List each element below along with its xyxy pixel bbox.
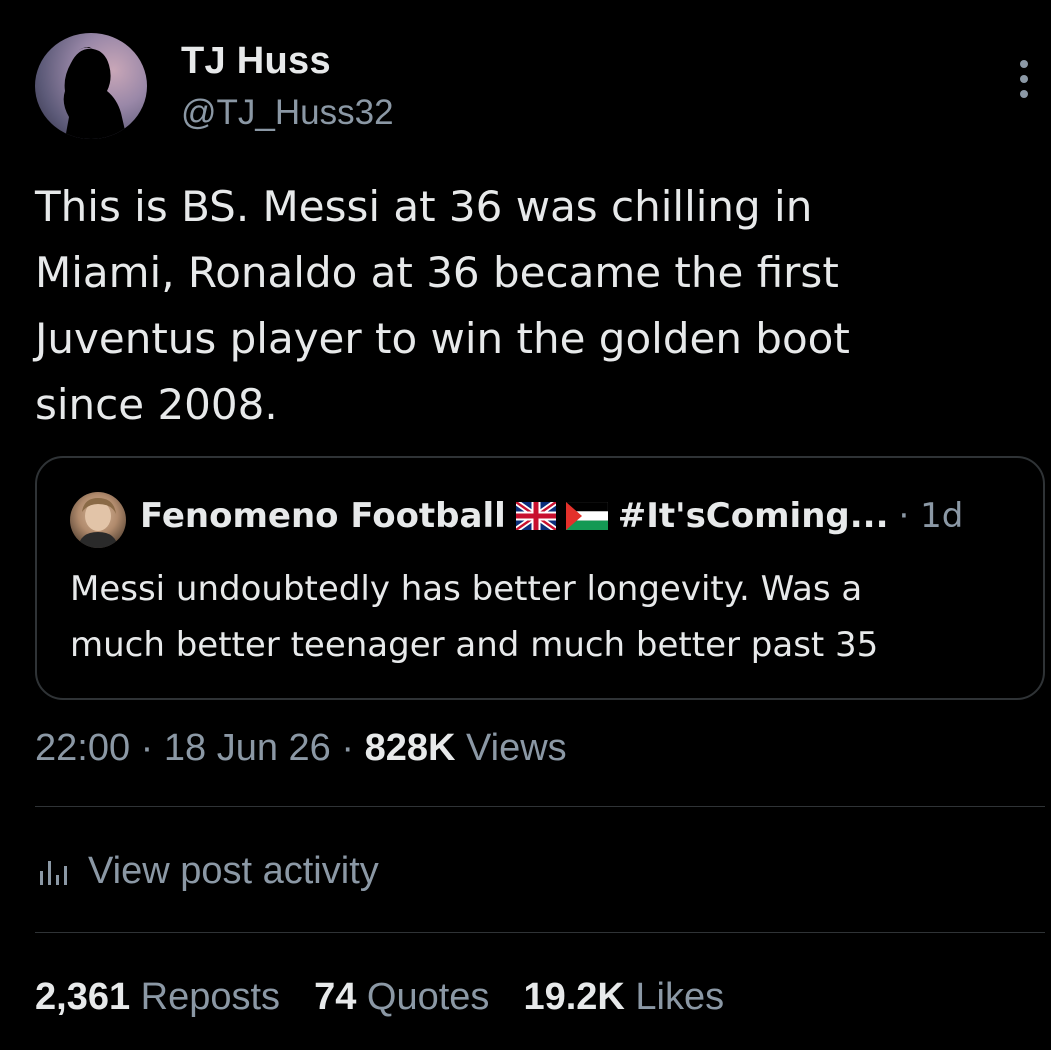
reposts-stat[interactable]: 2,361 Reposts <box>35 976 280 1019</box>
quote-author-hashtag: #It'sComing... <box>617 496 889 536</box>
quote-timestamp[interactable]: · 1d <box>899 496 964 536</box>
silhouette-icon <box>63 47 127 139</box>
reposts-label: Reposts <box>140 976 281 1018</box>
divider <box>35 932 1045 933</box>
quotes-stat[interactable]: 74 Quotes <box>314 976 489 1019</box>
likes-stat[interactable]: 19.2K Likes <box>523 976 724 1019</box>
tweet-date[interactable]: 18 Jun 26 <box>164 727 331 769</box>
tweet-text: This is BS. Messi at 36 was chilling in … <box>35 182 850 429</box>
palestine-flag-icon <box>565 502 608 530</box>
meta-separator: · <box>330 727 365 769</box>
tweet-detail-page: TJ Huss @TJ_Huss32 This is BS. Messi at … <box>0 0 1051 1050</box>
quote-author-avatar <box>70 492 126 548</box>
quote-author-name[interactable]: Fenomeno Football <box>140 496 506 536</box>
views-label: Views <box>455 727 567 769</box>
view-post-activity-label: View post activity <box>88 850 379 892</box>
quoted-tweet-text: Messi undoubtedly has better longevity. … <box>70 569 879 665</box>
quote-header: Fenomeno Football #It'sComing... · 1d <box>140 496 963 536</box>
views-count: 828K <box>364 727 456 769</box>
tweet-meta: 22:00 · 18 Jun 26 · 828K Views <box>35 727 567 770</box>
more-options-icon[interactable] <box>1006 58 1042 100</box>
likes-count: 19.2K <box>523 976 625 1018</box>
tweet-time[interactable]: 22:00 <box>35 727 130 769</box>
engagement-stats: 2,361 Reposts 74 Quotes 19.2K Likes <box>35 976 724 1019</box>
divider <box>35 806 1045 807</box>
view-post-activity-button[interactable]: View post activity <box>38 850 379 893</box>
likes-label: Likes <box>635 976 725 1018</box>
meta-separator: · <box>130 727 164 769</box>
user-handle[interactable]: @TJ_Huss32 <box>181 93 394 133</box>
user-display-name[interactable]: TJ Huss <box>181 40 331 83</box>
bar-chart-icon <box>40 860 67 885</box>
quotes-count: 74 <box>314 976 357 1018</box>
reposts-count: 2,361 <box>35 976 131 1018</box>
uk-flag-icon <box>515 502 556 530</box>
user-avatar[interactable] <box>35 33 147 139</box>
quoted-tweet-card[interactable]: Fenomeno Football #It'sComing... · 1d Me… <box>35 456 1045 700</box>
quotes-label: Quotes <box>366 976 490 1018</box>
